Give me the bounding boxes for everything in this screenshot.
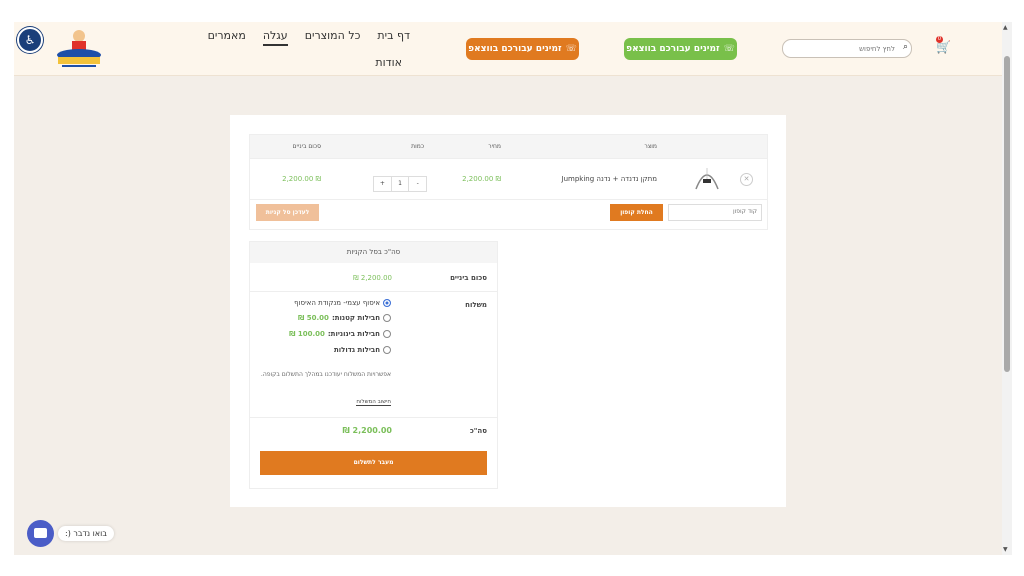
nav-articles[interactable]: מאמרים xyxy=(208,29,246,46)
col-quantity: כמות xyxy=(411,143,424,150)
chat-widget-button[interactable] xyxy=(27,520,54,547)
col-subtotal: סכום ביניים xyxy=(292,143,321,150)
shipping-option-medium[interactable]: חבילות בינוניות: 100.00 ₪ xyxy=(289,330,391,338)
remove-item-icon[interactable]: ✕ xyxy=(740,173,753,186)
qty-input[interactable]: 1 xyxy=(390,177,410,191)
apply-coupon-button[interactable]: החלת קופון xyxy=(610,204,663,221)
whatsapp-icon: ☏ xyxy=(565,44,577,54)
nav-home[interactable]: דף בית xyxy=(377,29,410,46)
subtotal-label: סכום ביניים xyxy=(450,274,487,282)
scroll-up-icon[interactable]: ▲ xyxy=(1003,24,1008,31)
coupon-input[interactable] xyxy=(669,205,761,218)
col-product: מוצר xyxy=(644,143,657,150)
shipping-option-small[interactable]: חבילות קטנות: 50.00 ₪ xyxy=(298,314,391,322)
qty-minus-button[interactable]: - xyxy=(409,177,426,191)
col-price: מחיר xyxy=(488,143,501,150)
radio-selected-icon[interactable] xyxy=(383,299,391,307)
main-nav: דף בית כל המוצרים עגלה מאמרים אודות xyxy=(200,29,410,69)
shipping-option-large[interactable]: חבילות גדולות xyxy=(334,346,391,354)
search-box: ⌕ xyxy=(782,39,912,58)
product-name-link[interactable]: מתקן נדנדה + נדנה Jumpking xyxy=(562,175,657,183)
shipping-note: אפשרויות המשלוח יעודכנו במהלך התשלום בקו… xyxy=(260,371,391,378)
nav-all-products[interactable]: כל המוצרים xyxy=(305,29,361,46)
page-scrollbar[interactable]: ▲ ▼ xyxy=(1002,22,1012,555)
site-logo[interactable] xyxy=(54,27,104,69)
chat-icon xyxy=(34,528,47,538)
cart-totals-title: סה"כ בסל הקניות xyxy=(250,242,497,263)
subtotal-row: סכום ביניים 2,200.00 ₪ xyxy=(250,263,497,292)
calculate-shipping-link[interactable]: חישוב המשלוח xyxy=(356,399,391,406)
shipping-option-pickup[interactable]: איסוף עצמי- מנקודת האיסוף xyxy=(294,299,391,307)
item-price: 2,200.00 ₪ xyxy=(462,175,501,183)
radio-icon[interactable] xyxy=(383,330,391,338)
site-header: ♿ דף בית כל המוצרים עגלה מאמרים אודות ☏ … xyxy=(14,22,1002,76)
total-value: 2,200.00 ₪ xyxy=(342,426,392,435)
qty-plus-button[interactable]: + xyxy=(374,177,391,191)
radio-icon[interactable] xyxy=(383,314,391,322)
update-cart-button[interactable]: לעדכן סל קניות xyxy=(256,204,319,221)
page-viewport: ♿ דף בית כל המוצרים עגלה מאמרים אודות ☏ … xyxy=(14,22,1002,555)
shipping-row: משלוח איסוף עצמי- מנקודת האיסוף חבילות ק… xyxy=(250,291,497,418)
nav-about[interactable]: אודות xyxy=(375,56,402,69)
whatsapp-button-label: זמינים עבורכם בווצאפ xyxy=(626,44,720,54)
cart-count-badge: 0 xyxy=(936,36,943,43)
whatsapp-icon: ☏ xyxy=(723,44,735,54)
whatsapp-button-orange[interactable]: ☏ זמינים עבורכם בווצאפ xyxy=(466,38,579,60)
search-input[interactable] xyxy=(793,42,897,56)
whatsapp-button-green[interactable]: ☏ זמינים עבורכם בווצאפ xyxy=(624,38,737,60)
table-row: ✕ מתקן נדנדה + נדנה Jumpking 2,200.00 ₪ … xyxy=(250,158,767,200)
cart-icon[interactable]: 🛒 0 xyxy=(936,36,952,54)
shipping-label: משלוח xyxy=(465,301,487,309)
item-subtotal: 2,200.00 ₪ xyxy=(282,175,321,183)
coupon-field xyxy=(668,204,762,221)
whatsapp-button-label: זמינים עבורכם בווצאפ xyxy=(468,44,562,54)
cart-card: מוצר מחיר כמות סכום ביניים ✕ מתקן נדנדה … xyxy=(230,115,786,507)
scroll-down-icon[interactable]: ▼ xyxy=(1003,546,1008,553)
scrollbar-thumb[interactable] xyxy=(1004,56,1010,372)
chat-label[interactable]: בואו נדבר (: xyxy=(58,526,114,541)
total-label: סה"כ xyxy=(469,427,487,435)
quantity-stepper: + 1 - xyxy=(373,176,427,192)
cart-table-header: מוצר מחיר כמות סכום ביניים xyxy=(250,135,767,158)
total-row: סה"כ 2,200.00 ₪ xyxy=(250,417,497,441)
subtotal-value: 2,200.00 ₪ xyxy=(353,274,392,282)
coupon-row: החלת קופון לעדכן סל קניות xyxy=(250,198,767,229)
nav-cart[interactable]: עגלה xyxy=(262,29,288,46)
radio-icon[interactable] xyxy=(383,346,391,354)
search-icon[interactable]: ⌕ xyxy=(903,42,908,52)
cart-table: מוצר מחיר כמות סכום ביניים ✕ מתקן נדנדה … xyxy=(249,134,768,230)
cart-totals: סה"כ בסל הקניות סכום ביניים 2,200.00 ₪ מ… xyxy=(249,241,498,489)
checkout-button[interactable]: מעבר לתשלום xyxy=(260,451,487,475)
accessibility-icon[interactable]: ♿ xyxy=(17,27,43,53)
product-thumbnail[interactable] xyxy=(693,165,721,191)
